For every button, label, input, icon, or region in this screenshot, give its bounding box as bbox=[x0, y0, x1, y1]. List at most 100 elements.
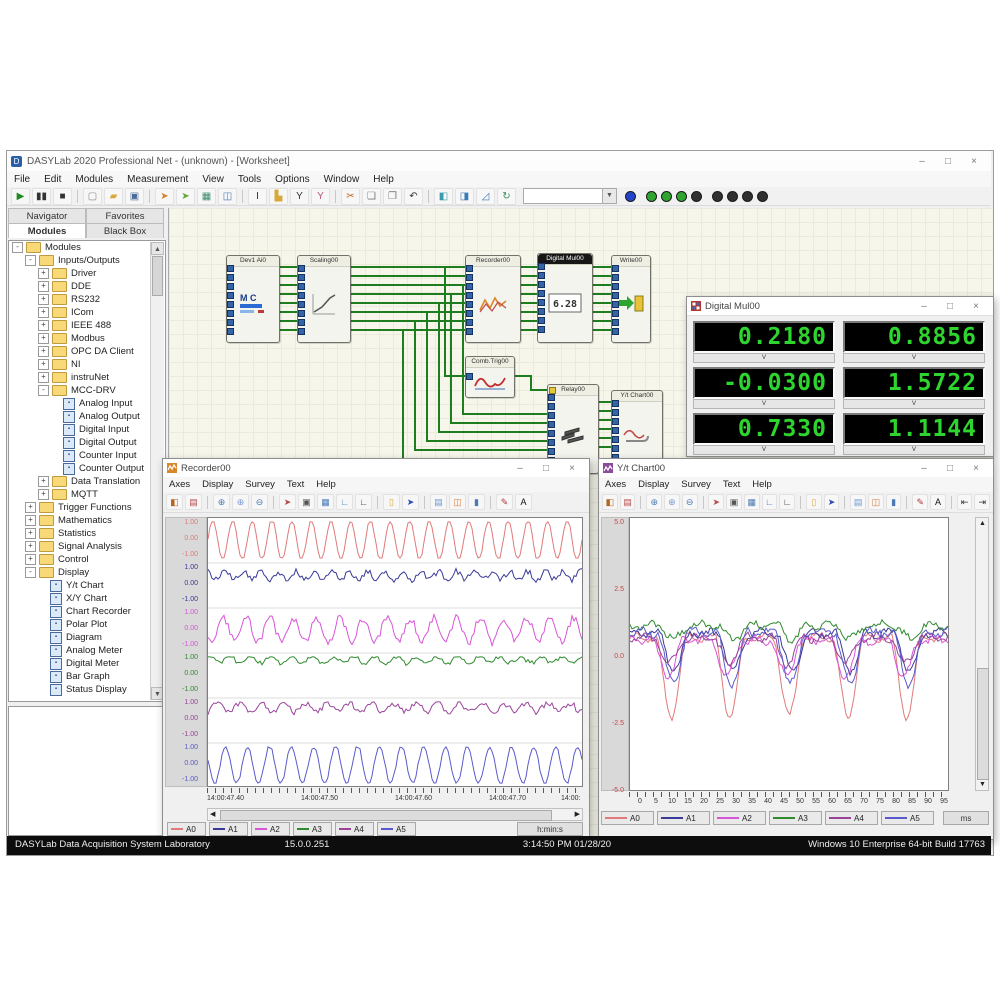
wire-branch-button[interactable]: Y bbox=[290, 188, 309, 205]
tree-item-counter-output[interactable]: ▪Counter Output bbox=[9, 462, 165, 475]
digital-unit-label[interactable]: V bbox=[843, 353, 985, 363]
yt-zoom-time-button[interactable]: ⊕ bbox=[664, 494, 680, 510]
tree-item-icom[interactable]: +ICom bbox=[9, 306, 165, 319]
measurement-setup-button[interactable]: I bbox=[248, 188, 267, 205]
yt-legend-a4[interactable]: A4 bbox=[825, 811, 878, 825]
recorder-close-button[interactable]: × bbox=[559, 463, 585, 474]
scroll-thumb[interactable] bbox=[977, 668, 989, 780]
tree-item-mqtt[interactable]: +MQTT bbox=[9, 488, 165, 501]
yt-vscrollbar[interactable]: ▲▼ bbox=[975, 517, 989, 791]
yt-menu-display[interactable]: Display bbox=[632, 478, 675, 491]
digital-unit-label[interactable]: V bbox=[843, 445, 985, 455]
recorder-new-page-button[interactable]: ▯ bbox=[383, 494, 400, 510]
tree-item-digital-output[interactable]: ▪Digital Output bbox=[9, 436, 165, 449]
yt-legend-a2[interactable]: A2 bbox=[713, 811, 766, 825]
tab-favorites[interactable]: Favorites bbox=[86, 208, 164, 223]
app-minimize-button[interactable]: – bbox=[909, 156, 935, 167]
tree-expander-icon[interactable]: + bbox=[38, 268, 49, 279]
start-button[interactable]: ▶ bbox=[11, 188, 30, 205]
menu-tools[interactable]: Tools bbox=[231, 173, 268, 186]
tree-item-trigger-functions[interactable]: +Trigger Functions bbox=[9, 501, 165, 514]
refresh-button[interactable]: ↻ bbox=[497, 188, 516, 205]
menu-options[interactable]: Options bbox=[268, 173, 316, 186]
zoom-window-button[interactable]: ◧ bbox=[434, 188, 453, 205]
tree-item-inputs-outputs[interactable]: -Inputs/Outputs bbox=[9, 254, 165, 267]
menu-edit[interactable]: Edit bbox=[37, 173, 68, 186]
scroll-right-icon[interactable]: ▶ bbox=[575, 810, 580, 818]
tree-expander-icon[interactable]: + bbox=[38, 359, 49, 370]
recorder-legend-a1[interactable]: A1 bbox=[209, 822, 248, 836]
module-scaling[interactable]: Scaling00 bbox=[297, 255, 351, 343]
pause-button[interactable]: ▮▮ bbox=[32, 188, 51, 205]
menu-file[interactable]: File bbox=[7, 173, 37, 186]
tree-item-display[interactable]: -Display bbox=[9, 566, 165, 579]
recorder-single-channel-button[interactable]: ▮ bbox=[468, 494, 485, 510]
recorder-menu-axes[interactable]: Axes bbox=[163, 478, 196, 491]
recorder-draw-button[interactable]: ✎ bbox=[496, 494, 513, 510]
digital-multi-window[interactable]: Digital Mul00 –□× 0.2180V0.8856V-0.0300V… bbox=[686, 296, 994, 457]
recorder-legend-a2[interactable]: A2 bbox=[251, 822, 290, 836]
menu-measurement[interactable]: Measurement bbox=[120, 173, 195, 186]
scroll-thumb[interactable] bbox=[220, 810, 552, 821]
tree-item-opc-da-client[interactable]: +OPC DA Client bbox=[9, 345, 165, 358]
channel-setup-button[interactable]: ▙ bbox=[269, 188, 288, 205]
recorder-menu-display[interactable]: Display bbox=[196, 478, 239, 491]
tree-item-driver[interactable]: +Driver bbox=[9, 267, 165, 280]
tree-item-ieee-488[interactable]: +IEEE 488 bbox=[9, 319, 165, 332]
tree-item-status-display[interactable]: ▪Status Display bbox=[9, 683, 165, 696]
module-write[interactable]: Write00 bbox=[611, 255, 651, 343]
tree-expander-icon[interactable]: - bbox=[38, 385, 49, 396]
tree-item-analog-meter[interactable]: ▪Analog Meter bbox=[9, 644, 165, 657]
yt-chart-window[interactable]: Y/t Chart00 –□× AxesDisplaySurveyTextHel… bbox=[598, 458, 994, 840]
recorder-legend-a3[interactable]: A3 bbox=[293, 822, 332, 836]
paste-button[interactable]: ❐ bbox=[383, 188, 402, 205]
recorder-grid-button[interactable]: ▦ bbox=[317, 494, 334, 510]
yt-menu-help[interactable]: Help bbox=[746, 478, 778, 491]
yt-print-display-button[interactable]: ▤ bbox=[620, 494, 636, 510]
scroll-up-icon[interactable]: ▲ bbox=[979, 520, 986, 527]
tree-expander-icon[interactable]: + bbox=[38, 333, 49, 344]
yt-tile-channels-button[interactable]: ◫ bbox=[868, 494, 884, 510]
tree-expander-icon[interactable]: + bbox=[38, 489, 49, 500]
recorder-axes-style-1-button[interactable]: ∟ bbox=[336, 494, 353, 510]
tree-expander-icon[interactable]: + bbox=[38, 307, 49, 318]
tree-expander-icon[interactable]: - bbox=[25, 567, 36, 578]
menu-modules[interactable]: Modules bbox=[68, 173, 120, 186]
tree-item-ni[interactable]: +NI bbox=[9, 358, 165, 371]
digital-unit-label[interactable]: V bbox=[693, 353, 835, 363]
yt-text-button[interactable]: A bbox=[930, 494, 946, 510]
yt-fit-end-button[interactable]: ⇥ bbox=[974, 494, 990, 510]
digital-close-button[interactable]: × bbox=[963, 301, 989, 312]
menu-window[interactable]: Window bbox=[317, 173, 367, 186]
digital-minimize-button[interactable]: – bbox=[911, 301, 937, 312]
yt-axes-style-2-button[interactable]: ∟ bbox=[779, 494, 795, 510]
digital-unit-label[interactable]: V bbox=[693, 399, 835, 409]
zoom-page-button[interactable]: ◨ bbox=[455, 188, 474, 205]
digital-unit-label[interactable]: V bbox=[693, 445, 835, 455]
tab-modules[interactable]: Modules bbox=[8, 223, 86, 238]
tree-expander-icon[interactable]: + bbox=[38, 320, 49, 331]
tree-item-signal-analysis[interactable]: +Signal Analysis bbox=[9, 540, 165, 553]
tree-item-instrunet[interactable]: +instruNet bbox=[9, 371, 165, 384]
tree-expander-icon[interactable]: + bbox=[25, 528, 36, 539]
recorder-legend-a0[interactable]: A0 bbox=[167, 822, 206, 836]
module-install-button[interactable]: ➤ bbox=[155, 188, 174, 205]
tree-item-mathematics[interactable]: +Mathematics bbox=[9, 514, 165, 527]
new-worksheet-button[interactable]: ▢ bbox=[83, 188, 102, 205]
yt-menu-axes[interactable]: Axes bbox=[599, 478, 632, 491]
yt-zoom-in-button[interactable]: ⊕ bbox=[646, 494, 662, 510]
yt-new-page-button[interactable]: ▯ bbox=[806, 494, 822, 510]
cut-button[interactable]: ✂ bbox=[341, 188, 360, 205]
module-recorder[interactable]: Recorder00 bbox=[465, 255, 521, 343]
yt-axes-style-1-button[interactable]: ∟ bbox=[762, 494, 778, 510]
yt-fit-start-button[interactable]: ⇤ bbox=[957, 494, 973, 510]
recorder-pointer-button[interactable]: ➤ bbox=[402, 494, 419, 510]
tree-item-y-t-chart[interactable]: ▪Y/t Chart bbox=[9, 579, 165, 592]
scroll-left-icon[interactable]: ◀ bbox=[210, 810, 215, 818]
save-worksheet-button[interactable]: ▣ bbox=[125, 188, 144, 205]
module-dev1[interactable]: Dev1 Ai0M C bbox=[226, 255, 280, 343]
yt-legend-a1[interactable]: A1 bbox=[657, 811, 710, 825]
recorder-stack-channels-button[interactable]: ▤ bbox=[430, 494, 447, 510]
tree-expander-icon[interactable]: + bbox=[25, 502, 36, 513]
app-titlebar[interactable]: D DASYLab 2020 Professional Net - (unkno… bbox=[7, 151, 991, 171]
